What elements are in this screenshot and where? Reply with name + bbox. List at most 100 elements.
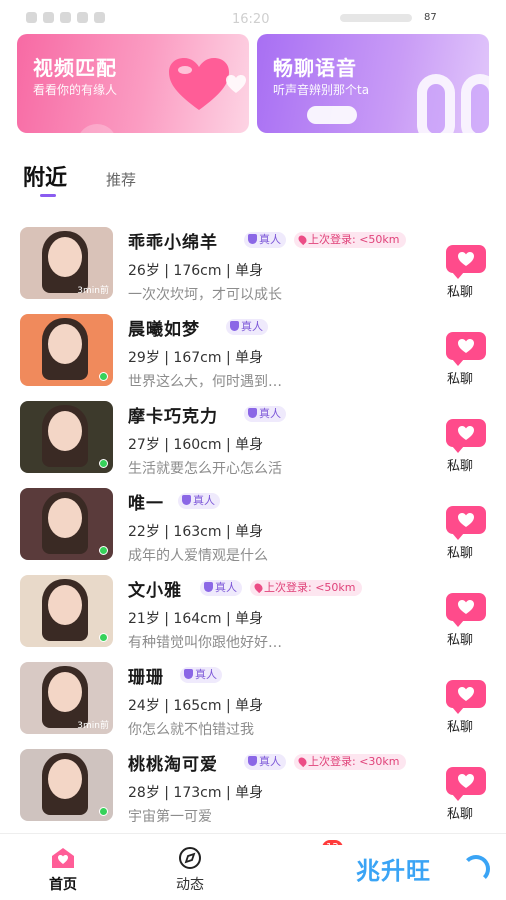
user-meta: 21岁 | 164cm | 单身	[128, 611, 264, 627]
user-bio: 世界这么大，何时遇到…	[128, 374, 282, 390]
user-name: 晨曦如梦	[128, 320, 200, 340]
shield-icon	[248, 408, 257, 418]
verified-badge: 真人	[244, 754, 286, 770]
video-match-banner[interactable]: 视频匹配 看看你的有缘人	[17, 34, 249, 133]
user-avatar[interactable]	[20, 749, 113, 821]
user-bio: 成年的人爱情观是什么	[128, 548, 268, 564]
nav-home[interactable]: 首页	[33, 846, 93, 896]
watermark-text: 兆升旺	[356, 857, 431, 885]
verified-badge: 真人	[244, 406, 286, 422]
private-chat-button[interactable]: 私聊	[444, 332, 488, 390]
private-chat-label: 私聊	[447, 459, 474, 474]
verified-label: 真人	[259, 407, 281, 420]
verified-label: 真人	[193, 494, 215, 507]
user-meta: 22岁 | 163cm | 单身	[128, 524, 264, 540]
user-avatar[interactable]	[20, 575, 113, 647]
avatar-face	[48, 498, 82, 538]
user-row[interactable]: 摩卡巧克力 真人 27岁 | 160cm | 单身 生活就要怎么开心怎么活 私聊	[0, 396, 506, 483]
verified-badge: 真人	[226, 319, 268, 335]
video-match-subtitle: 看看你的有缘人	[33, 83, 118, 97]
verified-label: 真人	[241, 320, 263, 333]
verified-badge: 真人	[200, 580, 242, 596]
home-icon	[52, 848, 74, 868]
private-chat-label: 私聊	[447, 372, 474, 387]
watermark-swoosh	[462, 855, 490, 883]
private-chat-button[interactable]: 私聊	[444, 419, 488, 477]
private-chat-button[interactable]: 私聊	[444, 767, 488, 825]
notification-icon	[26, 12, 37, 23]
decor-cloud	[307, 106, 357, 124]
private-chat-label: 私聊	[447, 633, 474, 648]
tab-nearby[interactable]: 附近	[23, 160, 67, 192]
status-bar: 16:20 87	[0, 0, 506, 32]
user-bio: 你怎么就不怕错过我	[128, 722, 254, 738]
online-indicator	[99, 807, 108, 816]
watermark-logo: 兆升旺	[306, 845, 502, 897]
heart-icon	[458, 339, 474, 353]
distance-badge: 上次登录: <50km	[250, 580, 362, 596]
distance-badge: 上次登录: <30km	[294, 754, 406, 770]
avatar-face	[48, 237, 82, 277]
user-bio: 宇宙第一可爱	[128, 809, 212, 825]
user-avatar[interactable]	[20, 401, 113, 473]
nav-moment-label: 动态	[176, 877, 204, 893]
voice-chat-banner[interactable]: 畅聊语音 听声音辨别那个ta	[257, 34, 489, 133]
avatar-face	[48, 585, 82, 625]
heart-icon	[458, 774, 474, 788]
private-chat-label: 私聊	[447, 546, 474, 561]
chat-bubble-icon	[446, 506, 486, 540]
online-indicator	[99, 633, 108, 642]
user-row[interactable]: 3min前 乖乖小绵羊 真人 上次登录: <50km 26岁 | 176cm | 单身一…	[0, 222, 506, 309]
nav-home-label: 首页	[49, 877, 77, 893]
notification-icon	[60, 12, 71, 23]
user-row[interactable]: 唯一 真人 22岁 | 163cm | 单身 成年的人爱情观是什么 私聊	[0, 483, 506, 570]
avatar-face	[48, 759, 82, 799]
user-bio: 有种错觉叫你跟他好好…	[128, 635, 282, 651]
chat-bubble-icon	[446, 593, 486, 627]
shield-icon	[204, 582, 213, 592]
user-row[interactable]: 桃桃淘可爱 真人 上次登录: <30km 28岁 | 173cm | 单身 宇宙第一可爱…	[0, 744, 506, 831]
shield-icon	[184, 669, 193, 679]
avatar-face	[48, 324, 82, 364]
user-avatar[interactable]: 3min前	[20, 227, 113, 299]
location-pin-icon	[252, 581, 265, 594]
verified-badge: 真人	[244, 232, 286, 248]
voice-chat-title: 畅聊语音	[273, 56, 357, 80]
user-avatar[interactable]	[20, 314, 113, 386]
private-chat-button[interactable]: 私聊	[444, 245, 488, 303]
verified-label: 真人	[259, 755, 281, 768]
private-chat-button[interactable]: 私聊	[444, 593, 488, 651]
heart-icon	[226, 75, 246, 93]
online-indicator	[99, 372, 108, 381]
user-row[interactable]: 晨曦如梦 真人 29岁 | 167cm | 单身 世界这么大，何时遇到… 私聊	[0, 309, 506, 396]
user-bio: 一次次坎坷，才可以成长	[128, 287, 282, 303]
user-meta: 24岁 | 165cm | 单身	[128, 698, 264, 714]
user-meta: 27岁 | 160cm | 单身	[128, 437, 264, 453]
user-name: 唯一	[128, 494, 164, 514]
heart-icon	[458, 513, 474, 527]
chat-bubble-icon	[446, 245, 486, 279]
tab-active-indicator	[40, 194, 56, 197]
battery-level: 87	[424, 12, 437, 23]
nav-moment[interactable]: 动态	[160, 846, 220, 896]
notification-icons	[26, 12, 105, 23]
heart-icon	[458, 426, 474, 440]
user-row[interactable]: 3min前 珊珊 真人 24岁 | 165cm | 单身 你怎么就不怕错过我 私聊	[0, 657, 506, 744]
compass-icon	[179, 847, 201, 869]
private-chat-button[interactable]: 私聊	[444, 680, 488, 738]
user-avatar[interactable]	[20, 488, 113, 560]
distance-label: 上次登录: <50km	[308, 233, 400, 246]
shield-icon	[230, 321, 239, 331]
private-chat-label: 私聊	[447, 720, 474, 735]
private-chat-button[interactable]: 私聊	[444, 506, 488, 564]
tab-recommend[interactable]: 推荐	[106, 169, 136, 190]
user-avatar[interactable]: 3min前	[20, 662, 113, 734]
chat-bubble-icon	[446, 680, 486, 714]
online-indicator	[99, 459, 108, 468]
distance-label: 上次登录: <50km	[264, 581, 356, 594]
headphone-icon	[417, 74, 455, 133]
avatar-face	[48, 411, 82, 451]
user-row[interactable]: 文小雅 真人 上次登录: <50km 21岁 | 164cm | 单身 有种错觉叫你跟他…	[0, 570, 506, 657]
notification-icon	[94, 12, 105, 23]
user-name: 乖乖小绵羊	[128, 233, 218, 253]
